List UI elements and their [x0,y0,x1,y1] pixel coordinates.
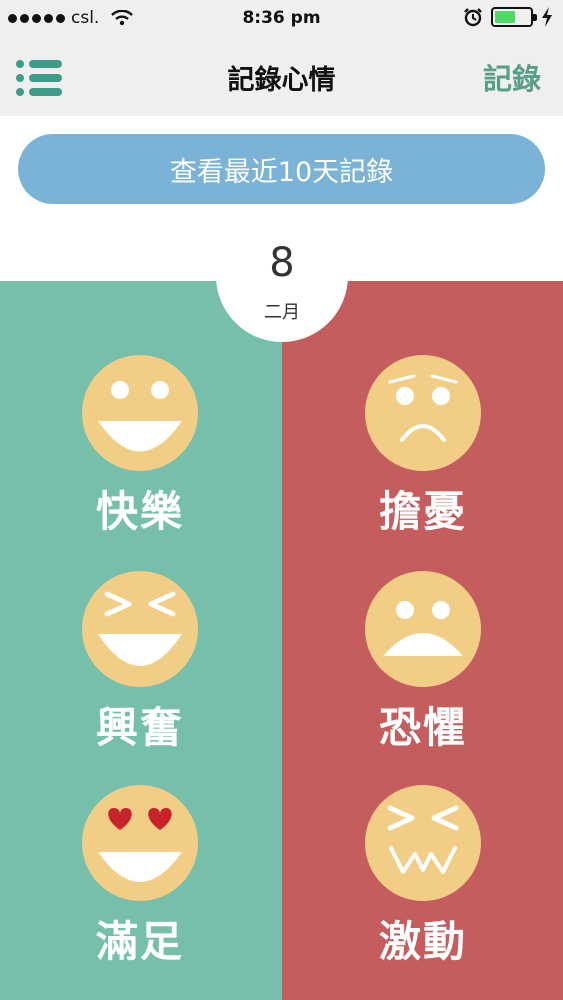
page-title: 記錄心情 [227,65,336,96]
emotion-label: 恐懼 [378,703,467,752]
emotion-fear[interactable]: 恐懼 [343,570,503,755]
negative-emotions-panel: 擔憂 恐懼 激動 [282,281,563,1000]
emotion-label: 激動 [378,917,467,966]
alarm-icon [464,8,482,27]
view-recent-records-button[interactable]: 查看最近10天記錄 [18,134,545,204]
worried-face-icon [365,355,481,471]
date-month: 二月 [264,302,300,323]
happy-face-icon [82,355,198,471]
emotion-worried[interactable]: 擔憂 [343,354,503,539]
battery-level [495,11,516,23]
emotion-excited[interactable]: 興奮 [60,570,220,755]
date-day: 8 [269,240,295,286]
emotion-agitated[interactable]: 激動 [343,784,503,969]
charging-bolt-icon [542,7,552,27]
emotion-happy[interactable]: 快樂 [60,354,220,539]
date-badge: 8 二月 [216,208,348,342]
positive-emotions-panel: 快樂 興奮 滿足 [0,281,282,1000]
status-right [463,7,553,27]
nav-bar: 記錄心情 記錄 [0,38,563,116]
status-bar: csl. 8:36 pm [0,0,563,38]
emotion-label: 興奮 [95,703,184,752]
battery-icon [491,7,537,27]
heart-eyes-face-icon [82,785,198,901]
fear-face-icon [365,571,481,687]
agitated-face-icon [365,785,481,901]
emotion-label: 快樂 [95,487,184,536]
emotion-label: 擔憂 [378,487,467,536]
emotion-label: 滿足 [95,917,184,966]
record-button[interactable]: 記錄 [483,56,541,98]
emotion-satisfied[interactable]: 滿足 [60,784,220,969]
excited-face-icon [82,571,198,687]
